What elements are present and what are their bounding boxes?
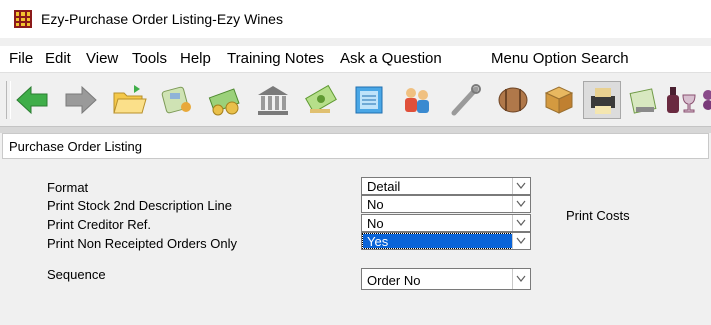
purchase-order-listing-panel: Purchase Order Listing Format Detail Pri… <box>0 133 711 325</box>
format-label: Format <box>47 180 89 195</box>
menu-ask-a-question[interactable]: Ask a Question <box>340 50 442 67</box>
sequence-value: Order No <box>367 273 421 288</box>
chevron-down-icon[interactable] <box>512 233 530 249</box>
open-folder-icon[interactable] <box>110 81 148 119</box>
printer-icon[interactable] <box>583 81 621 119</box>
format-select[interactable]: Detail <box>361 177 531 195</box>
app-icon <box>14 10 32 28</box>
chevron-down-icon[interactable] <box>512 269 530 289</box>
menu-edit[interactable]: Edit <box>45 50 71 67</box>
format-value: Detail <box>367 179 401 194</box>
toolbar <box>0 72 711 125</box>
menu-help[interactable]: Help <box>180 50 211 67</box>
panel-title: Purchase Order Listing <box>9 139 142 154</box>
print-stock-2nd-select[interactable]: No <box>361 195 531 213</box>
menu-bar: File Edit View Tools Help Training Notes… <box>0 46 711 72</box>
print-stock-2nd-label: Print Stock 2nd Description Line <box>47 198 232 213</box>
chevron-down-icon[interactable] <box>512 215 530 231</box>
toolbar-grip <box>6 81 11 119</box>
sequence-select[interactable]: Order No <box>361 268 531 290</box>
print-creditor-ref-value: No <box>367 216 384 231</box>
forward-arrow-icon[interactable] <box>62 81 100 119</box>
chevron-down-icon[interactable] <box>512 178 530 194</box>
wine-icon[interactable] <box>661 81 699 119</box>
toolbar-divider <box>0 126 711 133</box>
sequence-label: Sequence <box>47 267 106 282</box>
chevron-down-icon[interactable] <box>512 196 530 212</box>
grapes-icon[interactable] <box>700 81 711 119</box>
people-icon[interactable] <box>398 81 436 119</box>
menu-training-notes[interactable]: Training Notes <box>227 50 324 67</box>
phone-icon[interactable] <box>158 81 196 119</box>
barrel-icon[interactable] <box>494 81 532 119</box>
panel-header: Purchase Order Listing <box>2 133 709 159</box>
tools-icon[interactable] <box>446 81 484 119</box>
box-icon[interactable] <box>540 81 578 119</box>
print-creditor-ref-select[interactable]: No <box>361 214 531 232</box>
menu-option-search[interactable]: Menu Option Search <box>491 50 629 67</box>
print-non-receipted-select[interactable]: Yes <box>361 232 531 250</box>
menu-file[interactable]: File <box>9 50 33 67</box>
print-non-receipted-label: Print Non Receipted Orders Only <box>47 236 238 251</box>
print-stock-2nd-value: No <box>367 197 384 212</box>
money-icon[interactable] <box>206 81 244 119</box>
ledger-icon[interactable] <box>624 81 662 119</box>
title-bar: Ezy-Purchase Order Listing-Ezy Wines <box>0 0 711 38</box>
menu-tools[interactable]: Tools <box>132 50 167 67</box>
payment-icon[interactable] <box>302 81 340 119</box>
print-creditor-ref-label: Print Creditor Ref. <box>47 217 152 232</box>
print-non-receipted-value: Yes <box>367 234 389 249</box>
back-arrow-icon[interactable] <box>13 81 51 119</box>
report-icon[interactable] <box>350 81 388 119</box>
menu-view[interactable]: View <box>86 50 118 67</box>
bank-icon[interactable] <box>254 81 292 119</box>
print-costs-label: Print Costs <box>566 208 630 223</box>
window-title: Ezy-Purchase Order Listing-Ezy Wines <box>41 11 283 27</box>
